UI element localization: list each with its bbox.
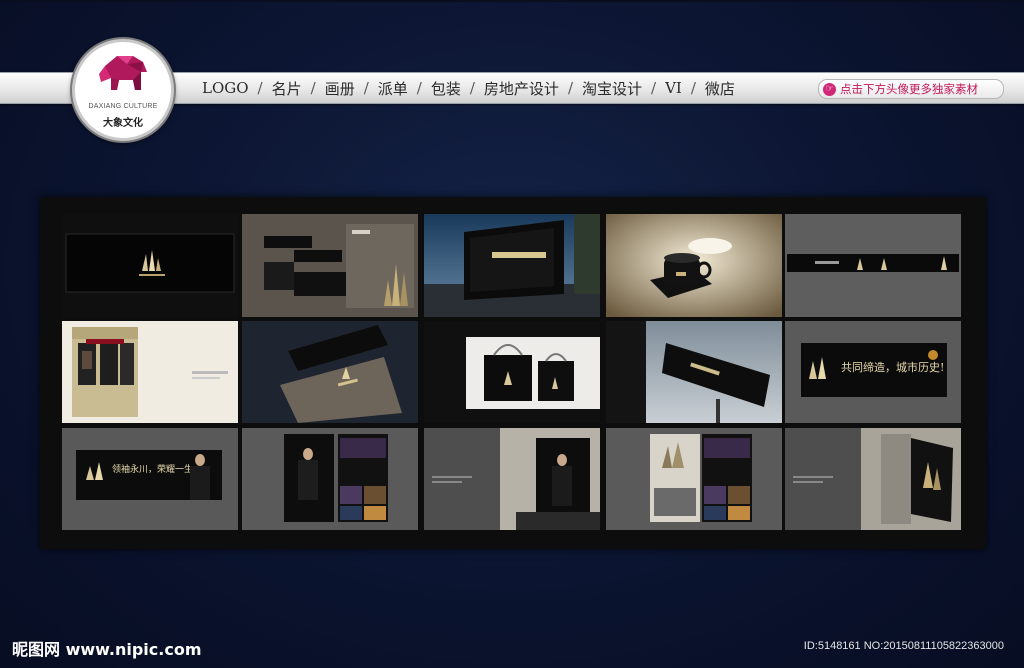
tile-flyer-spread[interactable] — [242, 428, 418, 530]
nav-separator: / — [363, 79, 369, 97]
site-watermark: 昵图网 www.nipic.com — [12, 640, 202, 659]
nav-separator: / — [310, 79, 316, 97]
nav-separator: / — [690, 79, 696, 97]
nav-menu: LOGO / 名片 / 画册 / 派单 / 包装 / 房地产设计 / 淘宝设计 … — [202, 78, 735, 98]
top-edge — [0, 0, 1024, 2]
elephant-logo-icon — [99, 56, 147, 90]
slogan-right: 共同缔造，城市历史! — [841, 360, 944, 374]
nav-item-packaging[interactable]: 包装 — [431, 78, 461, 99]
nav-item-logo[interactable]: LOGO — [202, 79, 249, 97]
nav-item-brochure[interactable]: 画册 — [325, 78, 355, 99]
nav-item-taobao[interactable]: 淘宝设计 — [582, 78, 642, 99]
tile-roadside-billboard[interactable] — [606, 321, 782, 423]
promo-label: 点击下方头像更多独家素材 — [840, 82, 978, 96]
tile-bus-stop-billboard[interactable] — [424, 214, 600, 317]
tile-poster-spread[interactable] — [606, 428, 782, 530]
promo-button[interactable]: ☞ 点击下方头像更多独家素材 — [818, 79, 1004, 99]
hand-pointer-icon: ☞ — [823, 82, 836, 96]
brand-name-cn: 大象文化 — [103, 118, 143, 129]
nav-item-microshop[interactable]: 微店 — [705, 78, 735, 99]
nav-separator: / — [469, 79, 475, 97]
tile-slogan-banner[interactable]: 共同缔造，城市历史! — [785, 321, 961, 423]
design-gallery: 共同缔造，城市历史! 领袖永川，荣耀一生 — [40, 197, 986, 549]
nav-item-real-estate[interactable]: 房地产设计 — [484, 78, 559, 99]
nav-separator: / — [567, 79, 573, 97]
nav-item-vi[interactable]: VI — [665, 79, 682, 97]
tile-tower-facade[interactable] — [785, 428, 961, 530]
tile-wide-banner-man[interactable]: 领袖永川，荣耀一生 — [62, 428, 238, 530]
brand-name-en: DAXIANG CULTURE — [88, 103, 158, 110]
nav-separator: / — [651, 79, 657, 97]
tile-building-wrap[interactable] — [424, 428, 600, 530]
tile-booth-kiosk[interactable] — [62, 321, 238, 423]
tile-coffee-cup[interactable] — [606, 214, 782, 317]
slogan-left: 领袖永川，荣耀一生 — [112, 463, 193, 475]
nav-item-business-card[interactable]: 名片 — [272, 78, 302, 99]
image-id: ID:5148161 NO:20150811105822363000 — [803, 640, 1004, 652]
tile-brochure-cover[interactable] — [242, 321, 418, 423]
tile-banner-strip[interactable] — [785, 214, 961, 317]
tile-logo-black-card[interactable] — [62, 214, 238, 317]
nav-separator: / — [416, 79, 422, 97]
nav-separator: / — [257, 79, 263, 97]
tile-business-card-set[interactable] — [242, 214, 418, 317]
nav-item-flyer[interactable]: 派单 — [378, 78, 408, 99]
brand-logo[interactable]: DAXIANG CULTURE 大象文化 — [72, 39, 174, 141]
tile-shopping-bags[interactable] — [424, 321, 600, 423]
